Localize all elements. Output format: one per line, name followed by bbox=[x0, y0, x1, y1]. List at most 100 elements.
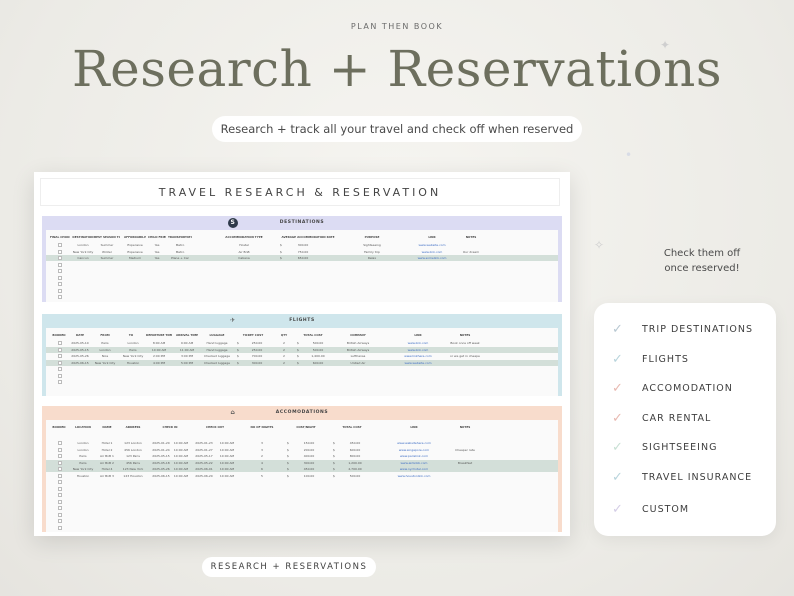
accommodations-section: ⌂ ACCOMODATIONS BOOKED LOCATION NAME ADDRES… bbox=[42, 406, 562, 532]
table-row bbox=[46, 281, 558, 287]
table-cell: London bbox=[77, 441, 89, 445]
booked-checkbox[interactable] bbox=[58, 380, 62, 384]
flights-column-header: BOOKED bbox=[52, 333, 66, 337]
table-cell: 123 Houston bbox=[123, 473, 143, 478]
booked-checkbox[interactable] bbox=[58, 447, 62, 452]
table-cell: Breakfast bbox=[457, 460, 473, 465]
booked-checkbox[interactable] bbox=[58, 467, 62, 471]
table-cell: 2025-05-22 bbox=[195, 460, 213, 465]
checklist-item[interactable]: ✓ CAR RENTAL bbox=[612, 410, 711, 426]
table-cell: $ bbox=[237, 354, 239, 358]
link-cell[interactable]: www.parislink.com bbox=[392, 454, 436, 458]
booked-checkbox[interactable] bbox=[58, 367, 62, 371]
booked-checkbox[interactable] bbox=[58, 454, 62, 458]
link-cell[interactable]: www.singapore.com bbox=[392, 448, 436, 452]
link-cell[interactable]: www.website.com bbox=[398, 361, 438, 365]
booked-checkbox[interactable] bbox=[58, 512, 62, 517]
link-cell[interactable]: www.website.com bbox=[412, 243, 452, 247]
booked-checkbox[interactable] bbox=[58, 269, 62, 273]
booked-checkbox[interactable] bbox=[58, 249, 62, 254]
booked-checkbox[interactable] bbox=[58, 256, 62, 260]
table-cell: 10:00 AM bbox=[219, 473, 235, 478]
table-cell: Yes bbox=[154, 256, 160, 260]
booked-checkbox[interactable] bbox=[58, 441, 62, 445]
link-cell[interactable]: www.linkhere.com bbox=[398, 354, 438, 358]
booked-checkbox[interactable] bbox=[58, 243, 62, 247]
booked-checkbox[interactable] bbox=[58, 347, 62, 352]
link-cell[interactable]: www.somelink.com bbox=[412, 256, 452, 260]
table-cell: 2 bbox=[283, 347, 285, 352]
table-cell: 2025-05-10 bbox=[71, 341, 89, 345]
table-cell: Hand luggage bbox=[206, 347, 228, 352]
booked-checkbox[interactable] bbox=[58, 354, 62, 358]
table-row bbox=[46, 525, 558, 531]
checklist-item[interactable]: ✓ TRIP DESTINATIONS bbox=[612, 321, 753, 337]
globe-icon: S bbox=[228, 218, 238, 228]
booked-checkbox[interactable] bbox=[58, 360, 62, 365]
spreadsheet-preview: TRAVEL RESEARCH & RESERVATION S DESTINAT… bbox=[34, 172, 570, 536]
booked-checkbox[interactable] bbox=[58, 288, 62, 293]
booked-checkbox[interactable] bbox=[58, 275, 62, 280]
booked-checkbox[interactable] bbox=[58, 295, 62, 299]
table-cell: Air BnB 1 bbox=[100, 454, 114, 458]
table-row: Houston Air BnB 3 123 Houston 2025-06-15 10:… bbox=[46, 473, 558, 479]
checklist-item[interactable]: ✓ ACCOMODATION bbox=[612, 380, 733, 396]
booked-checkbox[interactable] bbox=[58, 499, 62, 504]
table-cell: 9:00 AM bbox=[180, 341, 194, 345]
link-cell[interactable]: www.houstonlink.com bbox=[392, 474, 436, 478]
table-cell: 300.00 bbox=[251, 360, 263, 365]
flights-column-header: TOTAL COST bbox=[303, 333, 323, 337]
table-cell: London bbox=[127, 341, 139, 345]
link-cell[interactable]: www.airbnbb.com bbox=[392, 461, 436, 465]
accommodations-column-header: CHECK IN bbox=[162, 425, 178, 429]
booked-checkbox[interactable] bbox=[58, 460, 62, 465]
checklist-item[interactable]: ✓ CUSTOM bbox=[612, 501, 689, 517]
flights-column-header: DATE bbox=[75, 333, 85, 337]
booked-checkbox[interactable] bbox=[58, 493, 62, 497]
link-cell[interactable]: www.websitehere.com bbox=[392, 441, 436, 445]
booked-checkbox[interactable] bbox=[58, 341, 62, 345]
booked-checkbox[interactable] bbox=[58, 486, 62, 491]
table-cell: $ bbox=[287, 467, 289, 471]
link-cell[interactable]: www.link.com bbox=[412, 250, 452, 254]
booked-checkbox[interactable] bbox=[58, 473, 62, 478]
checklist-item[interactable]: ✓ FLIGHTS bbox=[612, 351, 689, 367]
accommodations-column-header: ADDRESS bbox=[125, 425, 141, 429]
table-cell: Hotel 2 bbox=[101, 447, 113, 452]
checklist-item[interactable]: ✓ TRAVEL INSURANCE bbox=[612, 469, 752, 485]
table-cell: 2025-05-26 bbox=[71, 354, 89, 358]
accommodations-header: ⌂ ACCOMODATIONS bbox=[42, 406, 562, 420]
booked-checkbox[interactable] bbox=[58, 506, 62, 510]
table-row: Paris Air BnB 2 456 Paris 2025-05-18 10:00 A… bbox=[46, 459, 558, 466]
table-cell: $ bbox=[287, 473, 289, 478]
table-cell: 700.00 bbox=[251, 354, 263, 358]
flights-column-header: LUGGAGE bbox=[209, 333, 225, 337]
link-cell[interactable]: www.link.com bbox=[398, 341, 438, 345]
table-cell: Summer bbox=[100, 243, 114, 247]
booked-checkbox[interactable] bbox=[58, 262, 62, 267]
booked-checkbox[interactable] bbox=[58, 519, 62, 523]
flights-label: FLIGHTS bbox=[289, 318, 315, 323]
checklist-item-label: TRAVEL INSURANCE bbox=[642, 471, 753, 483]
table-row: 2025-05-26 Nice New York City 2:00 PM 3:00 P… bbox=[46, 353, 558, 359]
booked-checkbox[interactable] bbox=[58, 480, 62, 484]
table-cell: $ bbox=[287, 447, 289, 452]
table-cell: 250.00 bbox=[251, 347, 263, 352]
flights-column-header: DEPARTURE TIME bbox=[146, 333, 172, 337]
table-cell: 2:00 PM bbox=[152, 354, 166, 358]
booked-checkbox[interactable] bbox=[58, 373, 62, 378]
flights-column-header: LINK bbox=[414, 333, 422, 337]
table-cell: London bbox=[77, 243, 89, 247]
link-cell[interactable]: www.nychotel.com bbox=[392, 467, 436, 471]
accommodations-column-header: NOTES bbox=[459, 425, 471, 429]
table-cell: Paris bbox=[79, 460, 87, 465]
eyebrow-text: PLAN THEN BOOK bbox=[350, 22, 444, 31]
booked-checkbox[interactable] bbox=[58, 525, 62, 530]
table-cell: 500.00 bbox=[312, 347, 324, 352]
booked-checkbox[interactable] bbox=[58, 282, 62, 286]
link-cell[interactable]: www.link.com bbox=[398, 348, 438, 352]
table-cell: 150.00 bbox=[303, 441, 315, 445]
flights-column-header: TICKET COST bbox=[242, 333, 264, 337]
table-row bbox=[46, 294, 558, 300]
checklist-item[interactable]: ✓ SIGHTSEEING bbox=[612, 439, 717, 455]
